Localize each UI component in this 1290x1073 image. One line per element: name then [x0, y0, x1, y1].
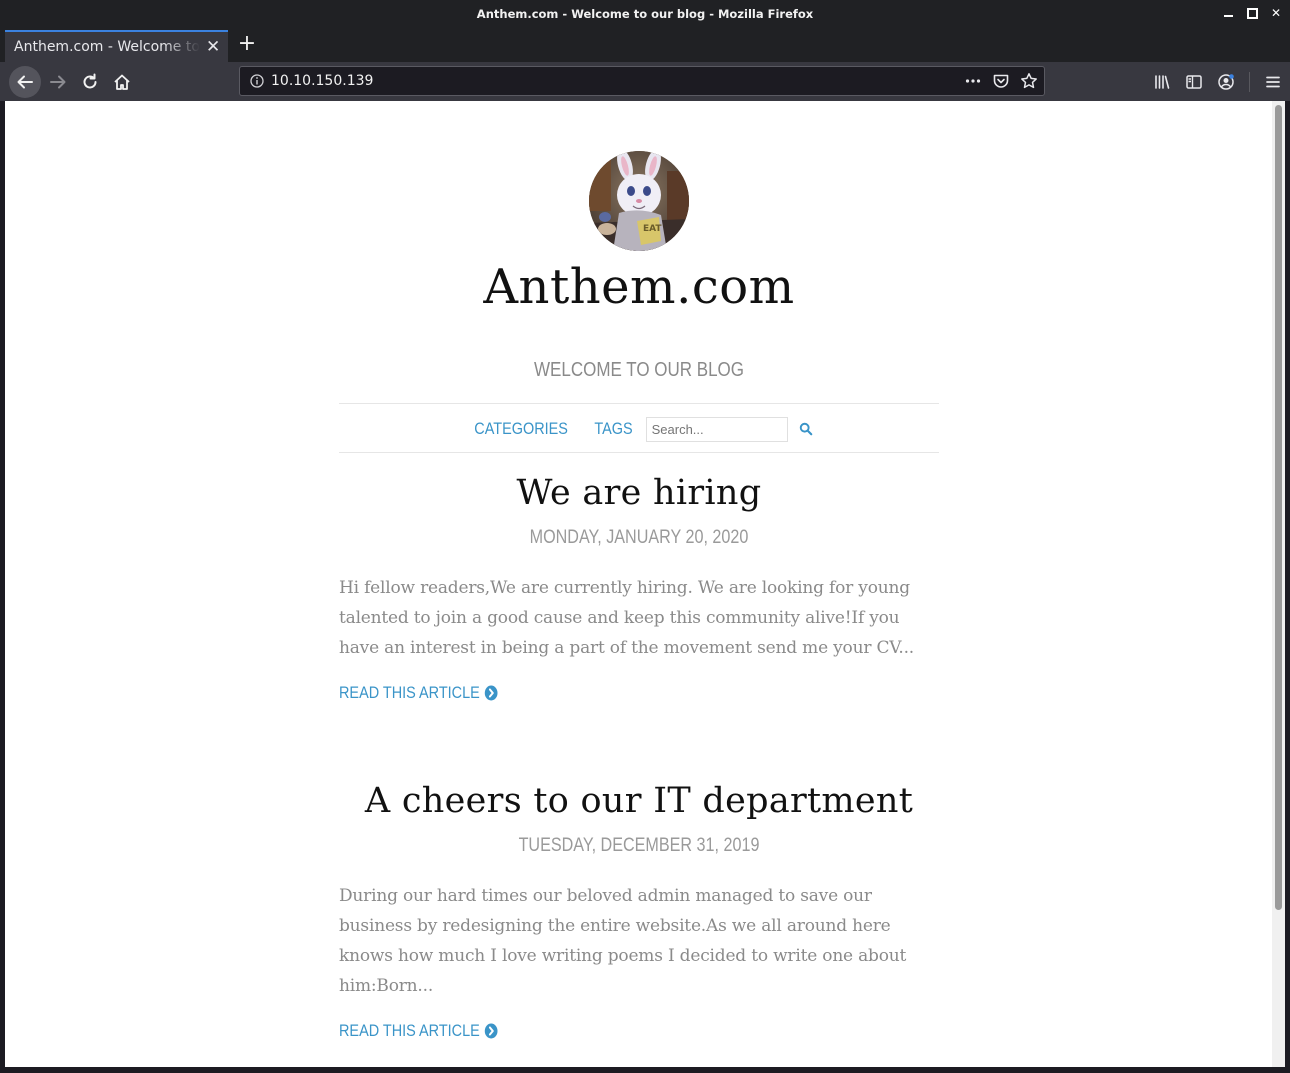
- url-input[interactable]: [271, 70, 951, 92]
- info-icon[interactable]: [250, 74, 264, 88]
- pocket-icon[interactable]: [992, 72, 1010, 90]
- library-icon[interactable]: [1153, 73, 1171, 91]
- nav-categories-link[interactable]: CATEGORIES: [475, 419, 569, 439]
- window-border-right: [1285, 101, 1290, 1067]
- window-border-bottom: [0, 1067, 1290, 1073]
- window-titlebar: Anthem.com - Welcome to our blog - Mozil…: [0, 0, 1290, 28]
- url-bar[interactable]: [239, 66, 1045, 96]
- ellipsis-icon[interactable]: [964, 72, 982, 90]
- maximize-button[interactable]: [1246, 6, 1258, 20]
- minimize-button[interactable]: [1222, 6, 1234, 20]
- home-icon: [114, 74, 130, 90]
- arrow-left-icon: [17, 75, 33, 89]
- read-article-label: READ THIS ARTICLE: [339, 1021, 480, 1040]
- toolbar-separator: [1249, 72, 1250, 92]
- tab-strip: Anthem.com - Welcome to our blog ✕ +: [0, 28, 1290, 62]
- read-article-label: READ THIS ARTICLE: [339, 683, 480, 702]
- nav-tags-link[interactable]: TAGS: [594, 419, 632, 439]
- page-viewport: EAT Anthem.com WELCOME TO OUR BLOG CATEG…: [5, 101, 1272, 1067]
- site-title[interactable]: Anthem.com: [339, 259, 939, 315]
- navigation-toolbar: [0, 62, 1290, 101]
- site-avatar: EAT: [589, 151, 689, 251]
- svg-text:EAT: EAT: [643, 224, 662, 234]
- reload-icon: [83, 73, 97, 89]
- read-article-link[interactable]: READ THIS ARTICLE: [339, 683, 498, 703]
- site-tagline: WELCOME TO OUR BLOG: [533, 359, 745, 381]
- account-icon[interactable]: [1217, 73, 1235, 91]
- window-title: Anthem.com - Welcome to our blog - Mozil…: [476, 7, 814, 21]
- post-date: MONDAY, JANUARY 20, 2020: [529, 527, 749, 548]
- nav-divider-bottom: [339, 452, 939, 453]
- page-scrollbar[interactable]: [1272, 101, 1285, 1067]
- blog-navigation: CATEGORIES TAGS: [339, 414, 939, 444]
- read-article-link[interactable]: READ THIS ARTICLE: [339, 1021, 498, 1041]
- post-excerpt: During our hard times our beloved admin …: [339, 886, 907, 996]
- hamburger-icon[interactable]: [1264, 73, 1282, 91]
- tab-title: Anthem.com - Welcome to our blog: [14, 39, 200, 55]
- bunny-avatar-image: EAT: [589, 151, 689, 251]
- post-title[interactable]: We are hiring: [339, 473, 939, 513]
- scrollbar-thumb[interactable]: [1275, 105, 1282, 910]
- search-icon[interactable]: [798, 421, 814, 437]
- tab-close-icon[interactable]: ✕: [206, 39, 220, 56]
- arrow-right-icon: [50, 75, 66, 89]
- post-excerpt: Hi fellow readers,We are currently hirin…: [339, 578, 914, 658]
- chevron-right-circle-icon: [484, 1023, 498, 1039]
- search-input[interactable]: [645, 416, 788, 442]
- chevron-right-circle-icon: [484, 685, 498, 701]
- home-button[interactable]: [106, 66, 138, 98]
- browser-tab[interactable]: Anthem.com - Welcome to our blog ✕: [5, 30, 228, 62]
- reload-button[interactable]: [74, 66, 106, 98]
- post-item: We are hiring MONDAY, JANUARY 20, 2020 H…: [339, 473, 939, 703]
- post-title[interactable]: A cheers to our IT department: [339, 781, 939, 821]
- close-window-button[interactable]: ✕: [1270, 6, 1282, 20]
- new-tab-button[interactable]: +: [236, 32, 258, 56]
- back-button[interactable]: [9, 66, 41, 98]
- star-icon[interactable]: [1020, 72, 1038, 90]
- sidebar-icon[interactable]: [1185, 73, 1203, 91]
- forward-button[interactable]: [42, 66, 74, 98]
- post-date: TUESDAY, DECEMBER 31, 2019: [518, 835, 760, 856]
- nav-divider-top: [339, 403, 939, 404]
- post-item: A cheers to our IT department TUESDAY, D…: [339, 781, 939, 1041]
